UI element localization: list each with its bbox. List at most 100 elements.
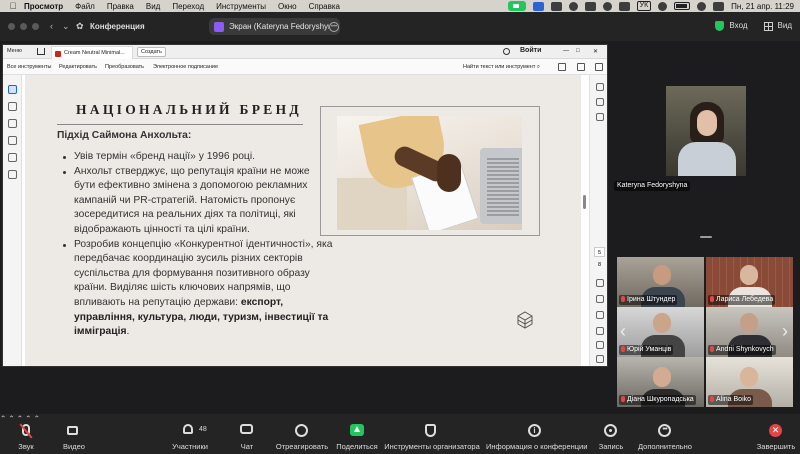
- close-icon[interactable]: ✕: [593, 48, 598, 55]
- mute-button[interactable]: Звук: [8, 414, 44, 454]
- zoom-status-icon[interactable]: [507, 1, 526, 11]
- help-icon[interactable]: [503, 48, 510, 55]
- menu-view[interactable]: Вид: [146, 2, 160, 11]
- stamp-tool-icon[interactable]: [8, 170, 17, 179]
- view-button[interactable]: Вид: [763, 21, 792, 31]
- chat-button[interactable]: Чат: [232, 414, 262, 454]
- clock[interactable]: Пн, 21 апр. 11:29: [731, 2, 794, 11]
- app-status-icon[interactable]: [618, 1, 630, 11]
- menu-tools[interactable]: Инструменты: [216, 2, 266, 11]
- share-button[interactable]: Поделиться: [334, 414, 380, 454]
- find-tool-search[interactable]: Найти текст или инструмент ⌕: [463, 64, 540, 71]
- bullet-text: Розробив концепцію «Конкурентної ідентич…: [74, 238, 333, 308]
- zoom-out-icon[interactable]: [596, 341, 604, 349]
- acrobat-signin-button[interactable]: Войти: [520, 47, 541, 54]
- menu-go[interactable]: Переход: [172, 2, 204, 11]
- wifi-icon[interactable]: [658, 1, 668, 11]
- participant-name: Діана Шкуропадська: [619, 395, 696, 405]
- new-tab-button[interactable]: Создать: [137, 47, 166, 57]
- panel-resize-handle[interactable]: [700, 236, 712, 238]
- participant-tile[interactable]: Юрій Уманців: [617, 307, 704, 357]
- zoom-tool-icon[interactable]: [8, 102, 17, 111]
- participant-name: Ірина Штундер: [619, 295, 678, 305]
- save-icon[interactable]: [577, 63, 585, 71]
- acrobat-tab-bar: Меню Cream Neutral Minimal... Создать Во…: [3, 45, 607, 59]
- end-meeting-button[interactable]: ✕ Завершить: [756, 414, 796, 454]
- record-button[interactable]: Запись: [594, 414, 628, 454]
- participant-tile[interactable]: Ірина Штундер: [617, 257, 704, 307]
- window-close-button[interactable]: [8, 23, 15, 30]
- refresh-icon[interactable]: [596, 311, 604, 319]
- chevron-down-icon[interactable]: ⌄: [62, 21, 70, 32]
- participant-tile[interactable]: Лариса Лебедева: [706, 257, 793, 307]
- control-center-icon[interactable]: [713, 1, 725, 11]
- bullet-item: Розробив концепцію «Конкурентної ідентич…: [58, 238, 333, 340]
- menu-edit[interactable]: Правка: [107, 2, 134, 11]
- page-number-box[interactable]: 5: [594, 247, 605, 257]
- lasso-tool-icon[interactable]: [8, 136, 17, 145]
- pdf-scrollbar[interactable]: [583, 195, 586, 209]
- participants-button[interactable]: 48 Участники: [168, 414, 212, 454]
- menu-app-name[interactable]: Просмотр: [24, 2, 63, 11]
- app-status-icon[interactable]: [532, 1, 544, 11]
- tile-person-head: [653, 265, 671, 285]
- bookmark-icon[interactable]: [596, 98, 604, 106]
- share-icon[interactable]: [595, 63, 603, 71]
- speaker-video[interactable]: [666, 86, 746, 176]
- app-status-icon[interactable]: [584, 1, 596, 11]
- app-status-icon[interactable]: [568, 1, 578, 11]
- host-tools-button[interactable]: Инструменты организатора: [384, 414, 480, 454]
- screen-share-indicator[interactable]: Экран (Kateryna Fedoryshyna) •••: [209, 18, 340, 35]
- participant-name: Юрій Уманців: [619, 345, 674, 355]
- all-tools-button[interactable]: Все инструменты: [7, 64, 51, 70]
- participant-tile[interactable]: Alina Boiko: [706, 357, 793, 407]
- scroll-down-icon[interactable]: [596, 295, 604, 303]
- video-button[interactable]: Видео: [56, 414, 92, 454]
- shared-screen: Меню Cream Neutral Minimal... Создать Во…: [2, 44, 608, 367]
- esign-button[interactable]: Электронное подписание: [153, 64, 218, 70]
- pages-icon[interactable]: [596, 113, 604, 121]
- document-tab[interactable]: Cream Neutral Minimal...: [51, 46, 133, 59]
- window-zoom-button[interactable]: [32, 23, 39, 30]
- battery-icon[interactable]: [674, 2, 691, 10]
- more-icon[interactable]: •••: [329, 21, 339, 32]
- apple-icon[interactable]: : [8, 1, 18, 11]
- gallery-next-icon[interactable]: ›: [782, 322, 788, 340]
- signin-button[interactable]: Вход: [715, 21, 748, 31]
- zoom-in-icon[interactable]: [596, 327, 604, 335]
- search-icon[interactable]: [697, 1, 707, 11]
- smile-icon: [295, 424, 308, 437]
- chevron-left-icon[interactable]: ‹: [50, 21, 53, 31]
- fit-page-icon[interactable]: [596, 355, 604, 363]
- chevron-up-icon[interactable]: ⌃: [0, 414, 6, 423]
- select-tool-icon[interactable]: [8, 85, 17, 94]
- maximize-icon[interactable]: □: [576, 48, 580, 54]
- menu-help[interactable]: Справка: [309, 2, 340, 11]
- menu-file[interactable]: Файл: [75, 2, 95, 11]
- keyboard-layout-indicator[interactable]: УК: [636, 1, 652, 11]
- meeting-info-button[interactable]: i Информация о конференции: [486, 414, 587, 454]
- slide-logo-icon: [517, 311, 533, 329]
- minimize-icon[interactable]: —: [563, 48, 569, 54]
- menu-window[interactable]: Окно: [278, 2, 297, 11]
- convert-button[interactable]: Преобразовать: [105, 64, 144, 70]
- acrobat-menu-button[interactable]: Меню: [7, 48, 22, 54]
- gallery-prev-icon[interactable]: ‹: [620, 322, 626, 340]
- participant-tile[interactable]: Andrii Shynkovych: [706, 307, 793, 357]
- window-minimize-button[interactable]: [20, 23, 27, 30]
- chat-icon: [240, 424, 253, 434]
- home-icon[interactable]: [37, 48, 45, 55]
- edit-button[interactable]: Редактировать: [59, 64, 97, 70]
- app-status-icon[interactable]: [550, 1, 562, 11]
- print-icon[interactable]: [558, 63, 566, 71]
- participant-tile[interactable]: Діана Шкуропадська: [617, 357, 704, 407]
- comment-icon[interactable]: [596, 83, 604, 91]
- pen-tool-icon[interactable]: [8, 119, 17, 128]
- app-status-icon[interactable]: [602, 1, 612, 11]
- react-button[interactable]: Отреагировать: [274, 414, 330, 454]
- more-button[interactable]: ••• Дополнительно: [636, 414, 694, 454]
- view-label: Вид: [777, 21, 792, 31]
- text-tool-icon[interactable]: [8, 153, 17, 162]
- scroll-up-icon[interactable]: [596, 279, 604, 287]
- participant-name: Andrii Shynkovych: [708, 345, 776, 355]
